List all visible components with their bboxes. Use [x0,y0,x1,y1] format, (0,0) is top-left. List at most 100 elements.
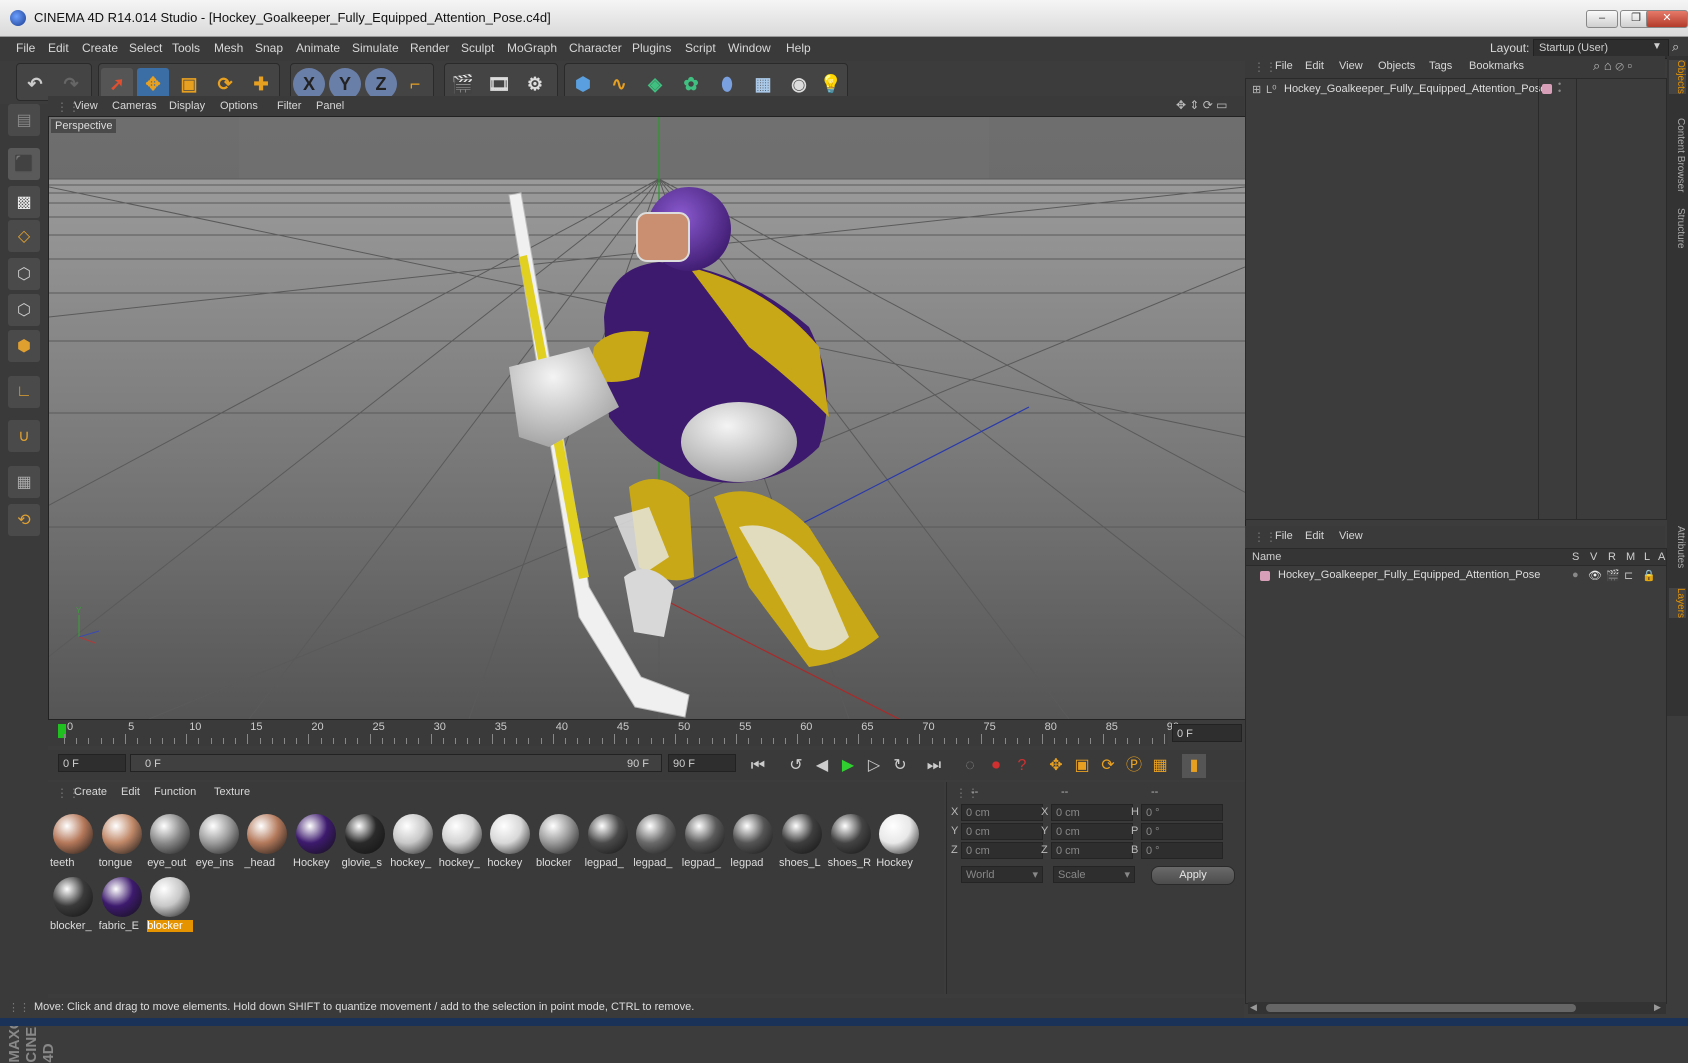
material-swatch[interactable]: legpad_ [682,812,728,872]
material-swatch[interactable]: legpad_ [585,812,631,872]
previous-key-icon[interactable]: ↺ [784,754,808,778]
lock-icon[interactable]: 🔒 [1642,569,1656,582]
menu-plugins[interactable]: Plugins [632,41,671,55]
key-pla-icon[interactable]: ▦ [1148,754,1172,778]
layer-menu-edit[interactable]: Edit [1305,530,1324,542]
coord-value-field[interactable]: 0 cm [961,804,1043,821]
key-position-icon[interactable]: ✥ [1044,754,1068,778]
coord-value-field[interactable]: 0 ° [1141,823,1223,840]
material-menu-function[interactable]: Function [154,786,196,798]
solo-dot-icon[interactable]: ● [1572,569,1579,581]
material-swatch[interactable]: _head [244,812,290,872]
start-frame-field[interactable]: 0 F [58,754,126,772]
model-mode-icon[interactable]: ⬛ [8,148,40,180]
visibility-dots-icon[interactable]: • • [1558,80,1561,96]
layer-color-tag[interactable] [1542,84,1552,94]
locked-workplane-icon[interactable]: ▦ [8,466,40,498]
viewport-menu-display[interactable]: Display [169,100,205,112]
menu-animate[interactable]: Animate [296,41,340,55]
axis-mode-icon[interactable]: ∟ [8,376,40,408]
end-frame-field[interactable]: 90 F [668,754,736,772]
coord-space-dropdown[interactable]: World ▾ [961,866,1043,883]
material-swatch[interactable]: blocker [536,812,582,872]
material-swatch[interactable]: tongue [99,812,145,872]
menu-snap[interactable]: Snap [255,41,283,55]
coord-value-field[interactable]: 0 cm [1051,823,1133,840]
material-swatch[interactable]: hockey_ [439,812,485,872]
material-menu-edit[interactable]: Edit [121,786,140,798]
menu-select[interactable]: Select [129,41,162,55]
previous-frame-icon[interactable]: ◀ [810,754,834,778]
expand-icon[interactable]: ⊞ [1252,83,1261,96]
menu-window[interactable]: Window [728,41,771,55]
key-parameter-icon[interactable]: Ⓟ [1122,754,1146,778]
render-clapper-icon[interactable]: 🎬 [1606,569,1620,582]
go-to-end-icon[interactable]: ⏭ [922,754,946,778]
menu-sculpt[interactable]: Sculpt [461,41,494,55]
menu-mograph[interactable]: MoGraph [507,41,557,55]
menu-script[interactable]: Script [685,41,716,55]
material-swatch[interactable]: shoes_R [828,812,874,872]
undo-icon[interactable]: ↶ [19,68,51,100]
next-key-icon[interactable]: ↻ [888,754,912,778]
object-menu-file[interactable]: File [1275,60,1293,72]
manager-icon[interactable]: ⊏ [1624,569,1633,582]
scrollbar-thumb[interactable] [1266,1004,1576,1012]
planar-workplane-icon[interactable]: ⟲ [8,504,40,536]
layer-horizontal-scrollbar[interactable]: ◀ ▶ [1248,1002,1666,1014]
tab-layers[interactable]: Layers [1669,588,1686,619]
menu-create[interactable]: Create [82,41,118,55]
coord-mode-dropdown[interactable]: Scale ▾ [1053,866,1135,883]
object-panel-icons[interactable]: ⌕ ⌂ ⊘ ▫ [1593,58,1632,74]
viewport-menu-panel[interactable]: Panel [316,100,344,112]
material-swatch[interactable]: teeth [50,812,96,872]
tab-objects[interactable]: Objects [1669,60,1686,94]
polygons-mode-icon[interactable]: ⬢ [8,330,40,362]
next-frame-icon[interactable]: ▷ [862,754,886,778]
object-row-name[interactable]: Hockey_Goalkeeper_Fully_Equipped_Attenti… [1284,83,1546,95]
workplane-icon[interactable]: ◇ [8,220,40,252]
object-menu-bookmarks[interactable]: Bookmarks [1469,60,1524,72]
material-swatch[interactable]: Hockey [293,812,339,872]
search-icon[interactable]: ⌕ [1672,39,1679,55]
coord-value-field[interactable]: 0 ° [1141,842,1223,859]
keyframe-selection-icon[interactable]: ? [1010,754,1034,778]
material-swatch[interactable]: Hockey [876,812,922,872]
object-menu-view[interactable]: View [1339,60,1363,72]
viewport-menu-filter[interactable]: Filter [277,100,301,112]
coord-value-field[interactable]: 0 cm [961,842,1043,859]
material-swatch[interactable]: eye_out [147,812,193,872]
material-swatch[interactable]: hockey_ [390,812,436,872]
play-icon[interactable]: ▶ [836,754,860,778]
go-to-start-icon[interactable]: ⏮ [746,754,770,778]
perspective-viewport[interactable]: Y Perspective [48,116,1246,720]
coord-value-field[interactable]: 0 cm [1051,842,1133,859]
material-swatch[interactable]: legpad [730,812,776,872]
record-keys-icon[interactable]: ◌ [958,754,982,778]
timeline-ruler[interactable]: 051015202530354045505560657075808590 0 F [48,720,1242,746]
make-editable-icon[interactable]: ▤ [8,104,40,136]
material-menu-create[interactable]: Create [74,786,107,798]
viewport-menu-cameras[interactable]: Cameras [112,100,157,112]
scroll-right-icon[interactable]: ▶ [1654,1002,1661,1013]
menu-character[interactable]: Character [569,41,622,55]
menu-mesh[interactable]: Mesh [214,41,243,55]
eye-icon[interactable]: 👁 [1588,569,1602,582]
material-swatch[interactable]: fabric_E [99,875,145,935]
snapping-magnet-icon[interactable]: ∪ [8,420,40,452]
viewport-menu-view[interactable]: View [74,100,98,112]
menu-simulate[interactable]: Simulate [352,41,399,55]
minimize-button[interactable]: – [1586,10,1618,28]
edges-mode-icon[interactable]: ⬡ [8,294,40,326]
points-mode-icon[interactable]: ⬡ [8,258,40,290]
object-menu-edit[interactable]: Edit [1305,60,1324,72]
layer-row-name[interactable]: Hockey_Goalkeeper_Fully_Equipped_Attenti… [1278,569,1540,581]
viewport-menu-options[interactable]: Options [220,100,258,112]
close-button[interactable]: ✕ [1646,10,1688,28]
material-swatch[interactable]: legpad_ [633,812,679,872]
tab-content-browser[interactable]: Content Browser [1669,118,1686,192]
material-swatch[interactable]: glovie_s [342,812,388,872]
menu-edit[interactable]: Edit [48,41,69,55]
material-swatch[interactable]: blocker_ [50,875,96,935]
material-menu-texture[interactable]: Texture [214,786,250,798]
